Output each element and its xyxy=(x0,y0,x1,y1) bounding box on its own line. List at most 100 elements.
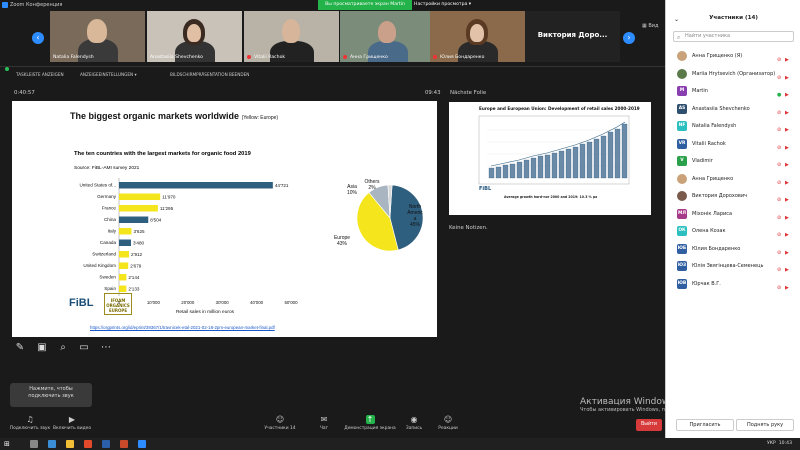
camera-off-icon: ▶ xyxy=(785,249,789,256)
participant-row[interactable]: V Vladimir ⊘ ▶ xyxy=(666,154,800,168)
camera-off-icon: ▶ xyxy=(68,415,76,424)
tile-name: Natalia Falendysh xyxy=(53,55,94,60)
zoom-taskbar-icon[interactable] xyxy=(138,440,146,448)
participant-name: Міхонік Лариса xyxy=(692,210,733,217)
next-slide-preview[interactable]: Europe and European Union: Development o… xyxy=(449,102,651,215)
mic-muted-icon: ⊘ xyxy=(777,162,782,168)
participant-name: Anastasiia Shevchenko xyxy=(692,105,750,112)
participant-avatar: NF xyxy=(677,121,687,131)
screen-icon[interactable]: ▭ xyxy=(77,341,91,355)
windows-start-icon[interactable]: ⊞ xyxy=(4,440,12,448)
reactions-button[interactable]: ☺ Реакции xyxy=(418,415,478,431)
more-icon[interactable]: ⋯ xyxy=(99,341,113,355)
participant-row[interactable]: Виктория Дорохович ⊘ ▶ xyxy=(666,189,800,203)
participant-row[interactable]: Mariia Hrytsevich (Организатор) ⊘ ▶ xyxy=(666,67,800,81)
participant-row[interactable]: VR Vitalii Rachok ⊘ ▶ xyxy=(666,137,800,151)
raise-hand-button[interactable]: Поднять руку xyxy=(736,419,794,431)
pie-label: 43% xyxy=(337,241,348,247)
participants-panel: ⌄ Участники (14) ⌕ Найти участника Анна … xyxy=(665,0,800,438)
camera-off-icon: ▶ xyxy=(785,162,789,168)
invite-button[interactable]: Пригласить xyxy=(676,419,734,431)
person-face xyxy=(378,21,396,43)
participant-avatar: ЮЗ xyxy=(677,261,687,271)
source-link[interactable]: https://orgprints.org/id/eprint/39367/1/… xyxy=(90,325,275,330)
tray-clock: 10:43 xyxy=(778,441,792,446)
participant-row[interactable]: ЮВ Юрчак В.Г. ⊘ ▶ xyxy=(666,277,800,291)
view-options-button[interactable]: Настройки просмотра ▾ xyxy=(414,0,471,10)
participants-panel-title: Участники (14) xyxy=(709,15,758,21)
participants-label: Участники xyxy=(264,426,289,431)
leave-button[interactable]: Выйти xyxy=(636,419,662,431)
display-settings-button[interactable]: ANZEIGEEINSTELLUNGEN ▾ xyxy=(80,67,137,83)
next-slide-label: Nächste Folie xyxy=(450,90,487,96)
explorer-taskbar-icon[interactable] xyxy=(66,440,74,448)
pen-icon[interactable]: ✎ xyxy=(13,341,27,355)
video-tile[interactable]: Юлия Бондаренко xyxy=(430,11,525,62)
speaker-notes: Keine Notizen. xyxy=(449,225,488,231)
video-tile[interactable]: Natalia Falendysh xyxy=(50,11,145,62)
participant-name: Юрчак В.Г. xyxy=(692,280,721,287)
mic-muted-icon: ⊘ xyxy=(777,284,782,291)
camera-off-icon: ▶ xyxy=(785,74,789,81)
viewing-screen-banner: Вы просматриваете экран Martin xyxy=(318,0,412,10)
mic-muted-icon: ⊘ xyxy=(777,214,782,221)
video-tile-no-camera[interactable]: Виктория Доро... xyxy=(525,11,620,62)
search-icon: ⌕ xyxy=(677,34,681,41)
camera-off-icon: ▶ xyxy=(785,109,789,116)
participant-row[interactable]: МЛ Міхонік Лариса ⊘ ▶ xyxy=(666,207,800,221)
participant-search-input[interactable]: ⌕ Найти участника xyxy=(673,31,794,42)
gallery-prev-button[interactable]: ‹ xyxy=(32,32,44,44)
camera-off-icon: ▶ xyxy=(785,127,789,133)
camera-off-icon: ▶ xyxy=(785,284,789,291)
participant-row[interactable]: Анна Грищенко ⊘ ▶ xyxy=(666,172,800,186)
current-slide: The biggest organic markets worldwide (Y… xyxy=(12,101,437,337)
participant-row[interactable]: ОК Олена Козак ⊘ ▶ xyxy=(666,224,800,238)
participant-row[interactable]: AS Anastasiia Shevchenko ⊘ ▶ xyxy=(666,102,800,116)
smiley-icon: ☺ xyxy=(443,415,453,424)
zoom-icon[interactable]: ⌕ xyxy=(56,341,70,355)
participant-name: Анна Грищенко (Я) xyxy=(692,53,743,59)
window-title: Zoom Конференция xyxy=(10,2,63,8)
participant-name: Martin xyxy=(692,88,708,94)
video-tile[interactable]: Анна Грищенко xyxy=(340,11,435,62)
participant-name: Vladimir xyxy=(692,158,713,164)
start-video-button[interactable]: ▶ Включить видео xyxy=(42,415,102,431)
chevron-right-icon: › xyxy=(627,33,631,42)
video-tile[interactable]: Anastasiia Shevchenko xyxy=(147,11,242,62)
mic-muted-icon: ⊘ xyxy=(777,249,782,256)
participant-name: Виктория Дорохович xyxy=(692,193,748,199)
language-indicator[interactable]: УКР xyxy=(767,441,776,446)
person-face xyxy=(470,24,484,42)
pie-label: 10% xyxy=(347,190,358,196)
word-taskbar-icon[interactable] xyxy=(102,440,110,448)
participant-row[interactable]: Анна Грищенко (Я) ⊘ ▶ xyxy=(666,49,800,63)
gallery-next-button[interactable]: › xyxy=(623,32,635,44)
participant-row[interactable]: ЮЗ Юлія Звягінцева-Семенець ⊘ ▶ xyxy=(666,259,800,273)
layout-toggle-button[interactable]: ▦ Вид xyxy=(642,23,658,29)
mic-muted-icon: ● xyxy=(777,92,782,98)
headphones-icon: ♫ xyxy=(26,415,34,424)
people-icon: ☺ xyxy=(275,415,285,424)
end-slideshow-button[interactable]: BILDSCHIRMPRÄSENTATION BEENDEN xyxy=(170,67,249,83)
participant-row[interactable]: NF Natalia Falendysh ⊘ ▶ xyxy=(666,119,800,133)
camera-off-icon: ▶ xyxy=(785,144,789,151)
zoom-app-icon xyxy=(2,2,8,8)
edge-taskbar-icon[interactable] xyxy=(48,440,56,448)
video-tile[interactable]: Vitalii Rachok xyxy=(244,11,339,62)
participant-row[interactable]: ЮБ Юлия Бондаренко ⊘ ▶ xyxy=(666,242,800,256)
powerpoint-taskbar-icon[interactable] xyxy=(120,440,128,448)
show-taskbar-button[interactable]: TASKLEISTE ANZEIGEN xyxy=(16,67,64,83)
participant-row[interactable]: M Martin ● ▶ xyxy=(666,84,800,98)
layout-label: Вид xyxy=(648,23,659,29)
search-taskbar-icon[interactable] xyxy=(30,440,38,448)
participant-name: Natalia Falendysh xyxy=(692,123,737,129)
share-arrow-icon: ↑ xyxy=(365,415,375,424)
next-slide-legend: Average growth hard-nor 2000 and 2019: 1… xyxy=(504,195,598,199)
office-taskbar-icon[interactable] xyxy=(84,440,92,448)
slides-grid-icon[interactable]: ▣ xyxy=(35,341,49,355)
participant-name: Анна Грищенко xyxy=(692,175,734,182)
mic-muted-icon: ⊘ xyxy=(777,197,782,203)
join-audio-tooltip[interactable]: Нажмите, чтобы подключить звук xyxy=(10,383,92,407)
participant-avatar: VR xyxy=(677,138,687,149)
mic-muted-icon xyxy=(247,55,251,59)
